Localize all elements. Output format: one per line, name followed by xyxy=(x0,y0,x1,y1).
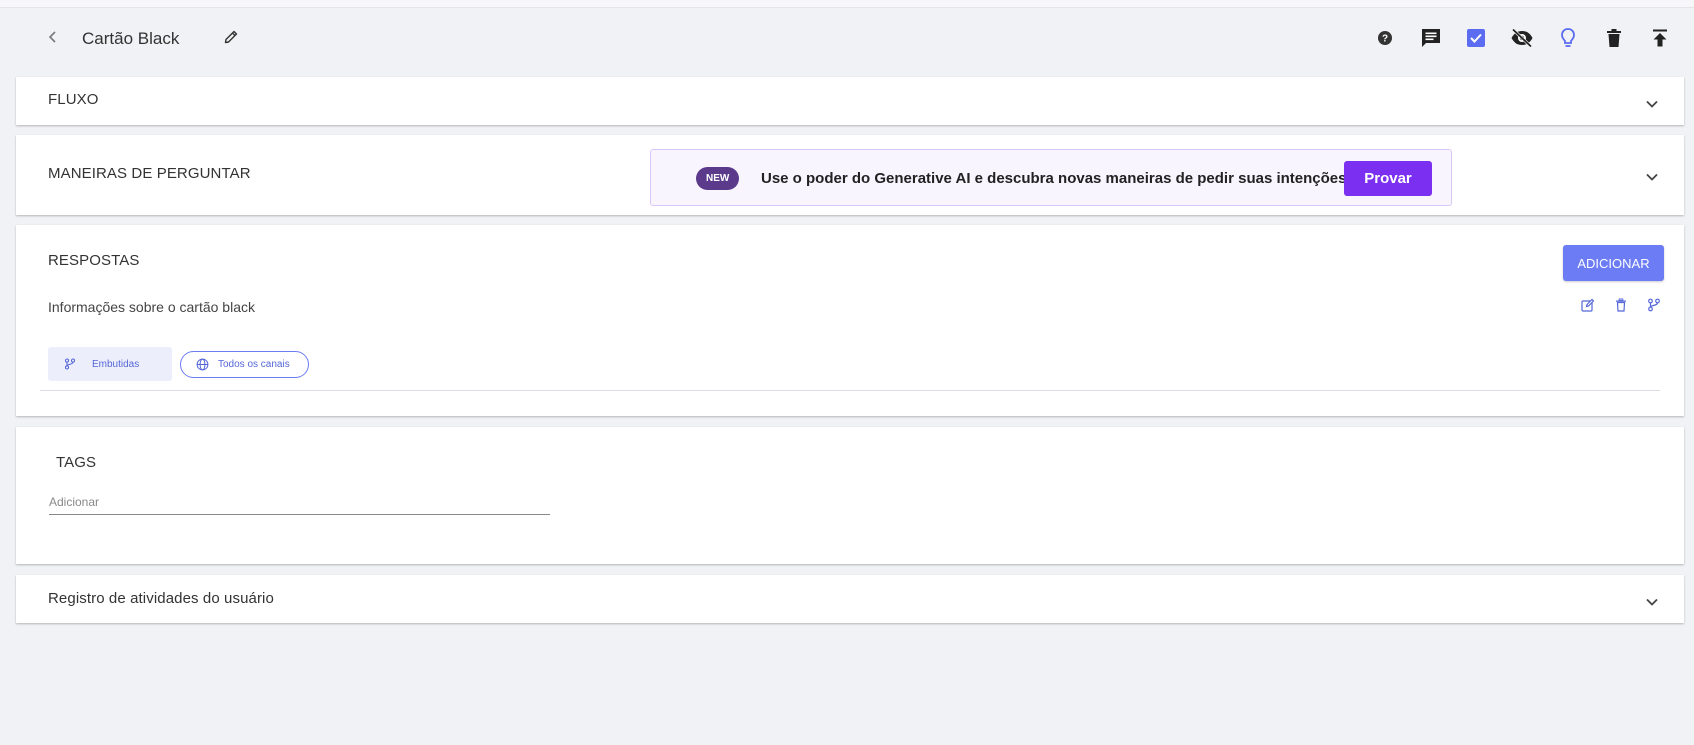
response-divider xyxy=(40,390,1660,391)
add-response-button[interactable]: ADICIONAR xyxy=(1563,245,1664,281)
globe-icon xyxy=(196,358,209,371)
svg-text:?: ? xyxy=(1382,34,1388,45)
flow-section: FLUXO xyxy=(16,77,1684,125)
page-header: Cartão Black ? xyxy=(16,20,1686,56)
edit-title-button[interactable] xyxy=(220,26,242,48)
branch-icon xyxy=(1648,298,1660,312)
try-button[interactable]: Provar xyxy=(1344,161,1432,196)
top-border xyxy=(0,0,1694,8)
promo-text: Use o poder do Generative AI e descubra … xyxy=(761,170,1351,187)
edit-response-button[interactable] xyxy=(1578,295,1598,315)
status-checkbox[interactable] xyxy=(1462,24,1490,52)
chevron-left-icon xyxy=(48,31,56,43)
tags-title: TAGS xyxy=(56,454,97,471)
responses-title: RESPOSTAS xyxy=(48,252,140,269)
branch-icon xyxy=(64,358,76,370)
generative-ai-banner: NEW Use o poder do Generative AI e descu… xyxy=(650,149,1452,206)
pencil-icon xyxy=(224,30,238,44)
chevron-down-icon xyxy=(1646,173,1658,181)
channels-chip-label: Todos os canais xyxy=(218,359,290,370)
activity-log-expand-button[interactable] xyxy=(1642,592,1662,612)
publish-button[interactable] xyxy=(1646,24,1674,52)
hide-button[interactable] xyxy=(1508,24,1536,52)
trash-icon xyxy=(1616,298,1626,312)
flow-expand-button[interactable] xyxy=(1642,94,1662,114)
flow-title: FLUXO xyxy=(48,91,99,108)
help-button[interactable]: ? xyxy=(1371,24,1399,52)
ways-to-ask-title: MANEIRAS DE PERGUNTAR xyxy=(48,165,251,182)
comment-icon xyxy=(1422,29,1440,47)
edit-icon xyxy=(1581,298,1595,312)
help-icon: ? xyxy=(1378,31,1392,45)
activity-log-title: Registro de atividades do usuário xyxy=(48,590,274,607)
channels-chip[interactable]: Todos os canais xyxy=(180,351,309,378)
trash-icon xyxy=(1607,29,1621,47)
activity-log-section: Registro de atividades do usuário xyxy=(16,575,1684,623)
responses-section: RESPOSTAS ADICIONAR Informações sobre o … xyxy=(16,225,1684,416)
publish-icon xyxy=(1653,29,1667,47)
comment-button[interactable] xyxy=(1417,24,1445,52)
ways-to-ask-expand-button[interactable] xyxy=(1642,167,1662,187)
tags-input[interactable] xyxy=(49,493,550,515)
page-title: Cartão Black xyxy=(82,29,180,48)
lightbulb-icon xyxy=(1561,28,1575,47)
embedded-chip-label: Embutidas xyxy=(92,358,140,370)
chevron-down-icon xyxy=(1646,598,1658,606)
checkbox-checked-icon xyxy=(1467,29,1485,47)
chevron-down-icon xyxy=(1646,100,1658,108)
response-text: Informações sobre o cartão black xyxy=(48,299,255,315)
eye-off-icon xyxy=(1511,28,1533,48)
delete-response-button[interactable] xyxy=(1611,295,1631,315)
delete-button[interactable] xyxy=(1600,24,1628,52)
branch-response-button[interactable] xyxy=(1644,295,1664,315)
tags-section: TAGS xyxy=(16,427,1684,564)
ways-to-ask-section: MANEIRAS DE PERGUNTAR NEW Use o poder do… xyxy=(16,135,1684,215)
suggestion-button[interactable] xyxy=(1554,24,1582,52)
embedded-chip[interactable]: Embutidas xyxy=(48,347,172,381)
back-button[interactable] xyxy=(42,26,64,48)
new-badge: NEW xyxy=(696,167,740,190)
